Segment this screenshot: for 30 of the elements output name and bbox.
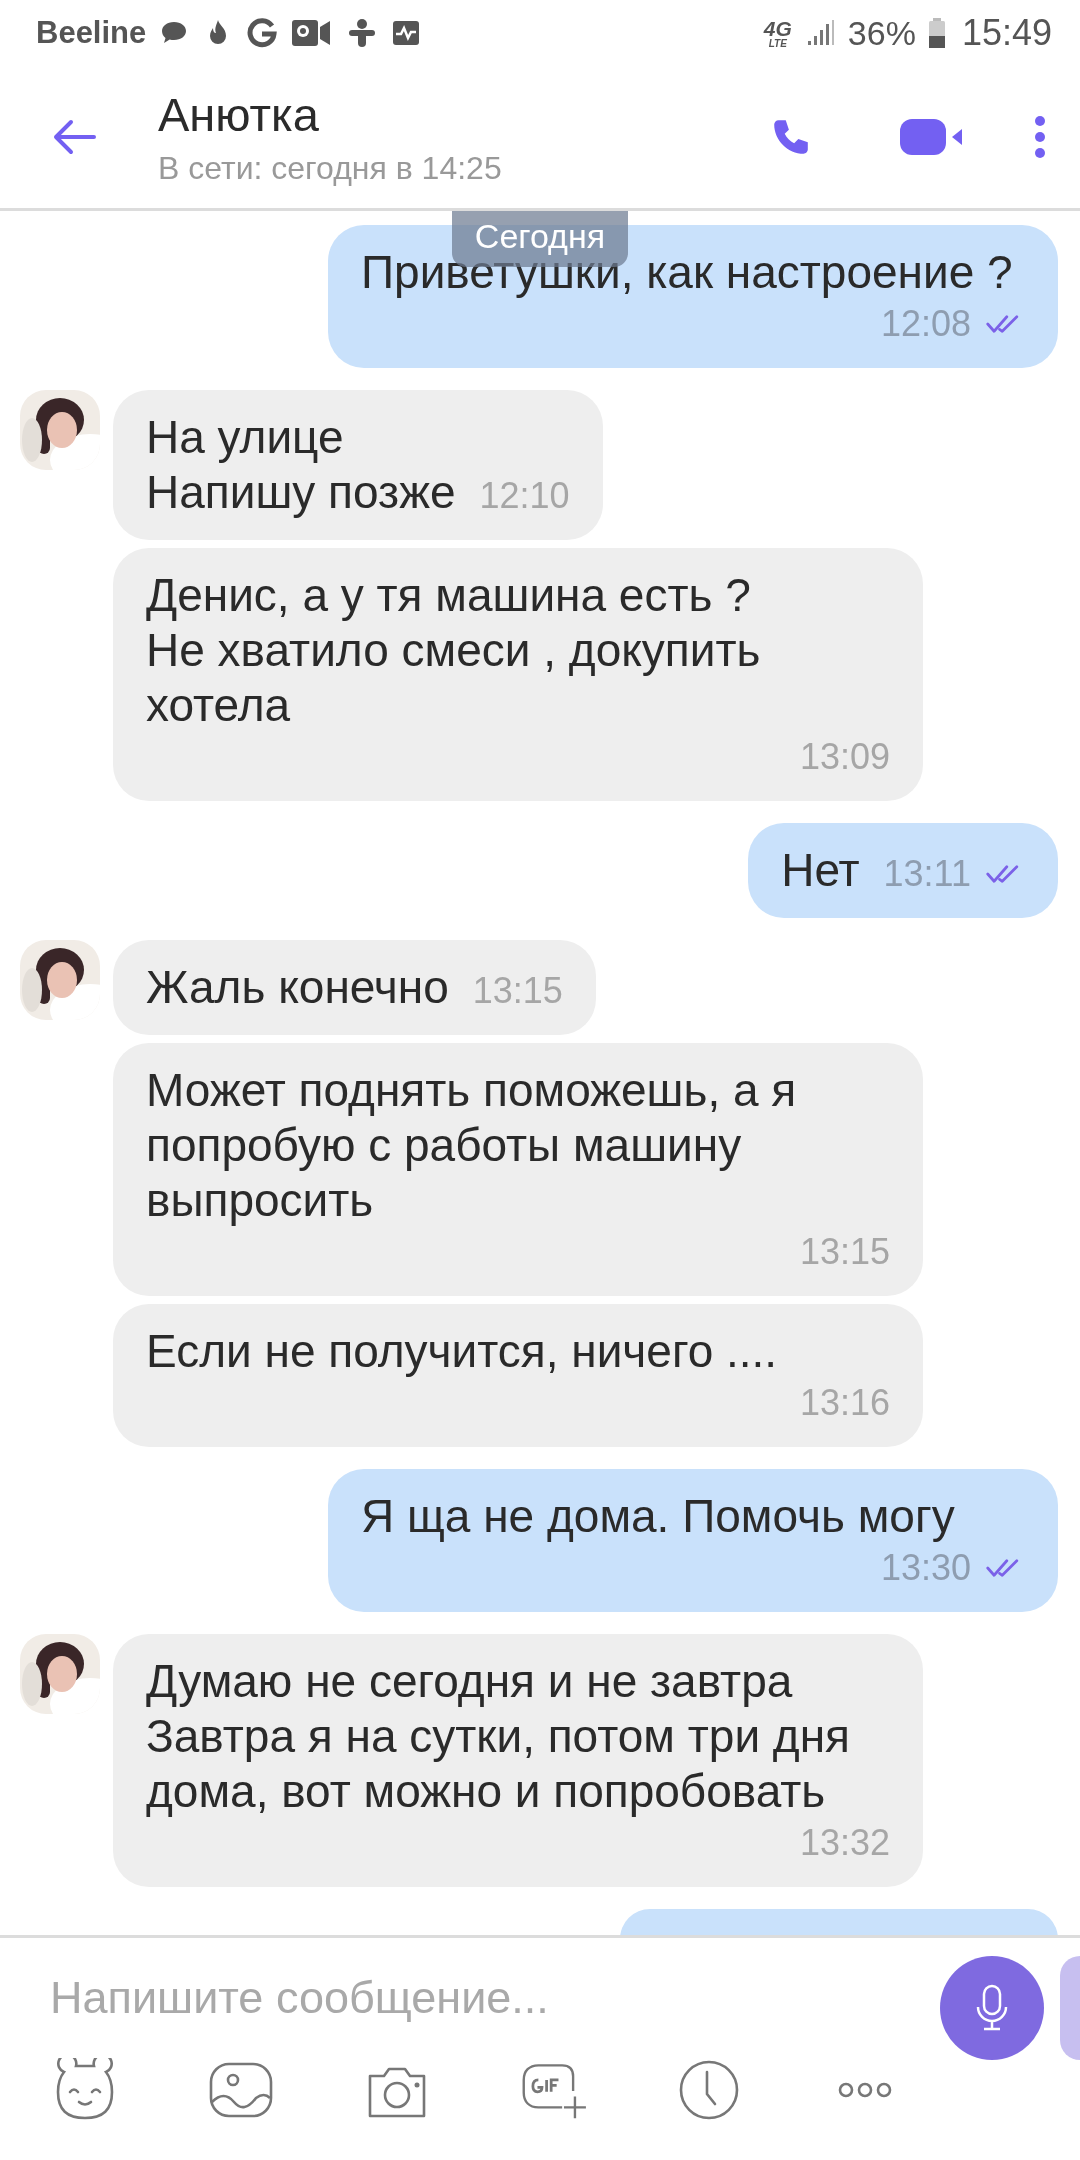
message-time: 13:30 [880,1547,971,1589]
message-text: Думаю не сегодня и не завтра Завтра я на сутки, потом три дня дома, вот можно и попробовать [146,1654,851,1819]
message-time: 13:11 [883,853,971,895]
last-seen-status: В сети: сегодня в 14:25 [158,150,503,187]
clock: 15:49 [961,12,1052,54]
message-time: 13:15 [799,1231,890,1273]
message-text: Может поднять поможешь, а я попробую с работы машину выпросить [146,1063,798,1228]
message-text: Денис, а у тя машина есть ? Не хватило смеси , докупить хотела [146,568,762,733]
g-logo-icon [246,17,279,49]
message-time: 13:16 [799,1382,890,1424]
message-text: Нет [781,843,860,898]
carrier-name: Beeline [36,15,147,51]
battery-icon [927,17,946,49]
message-input[interactable]: Напишите сообщение... [50,1972,920,2024]
message-time: 12:08 [880,303,971,345]
contact-name: Анютка [158,87,320,142]
more-menu-icon[interactable] [1034,115,1046,159]
message-text: На улице Напишу позже [146,410,456,520]
message-text: Если не получится, ничего .... [146,1324,778,1379]
message-text: Жаль конечно [146,960,449,1015]
message-time: 13:32 [799,1822,890,1864]
back-arrow-icon[interactable] [52,119,96,155]
message-time: 12:10 [479,475,570,517]
network-type: 4G [763,17,792,39]
message-time: 13:09 [799,736,890,778]
video-call-icon[interactable] [898,117,964,157]
message-text: Я ща не дома. Помочь могу [361,1489,955,1544]
battery-percent: 36% [847,13,916,53]
message-time: 13:15 [472,970,563,1012]
network-subtype: LTE [768,38,787,49]
